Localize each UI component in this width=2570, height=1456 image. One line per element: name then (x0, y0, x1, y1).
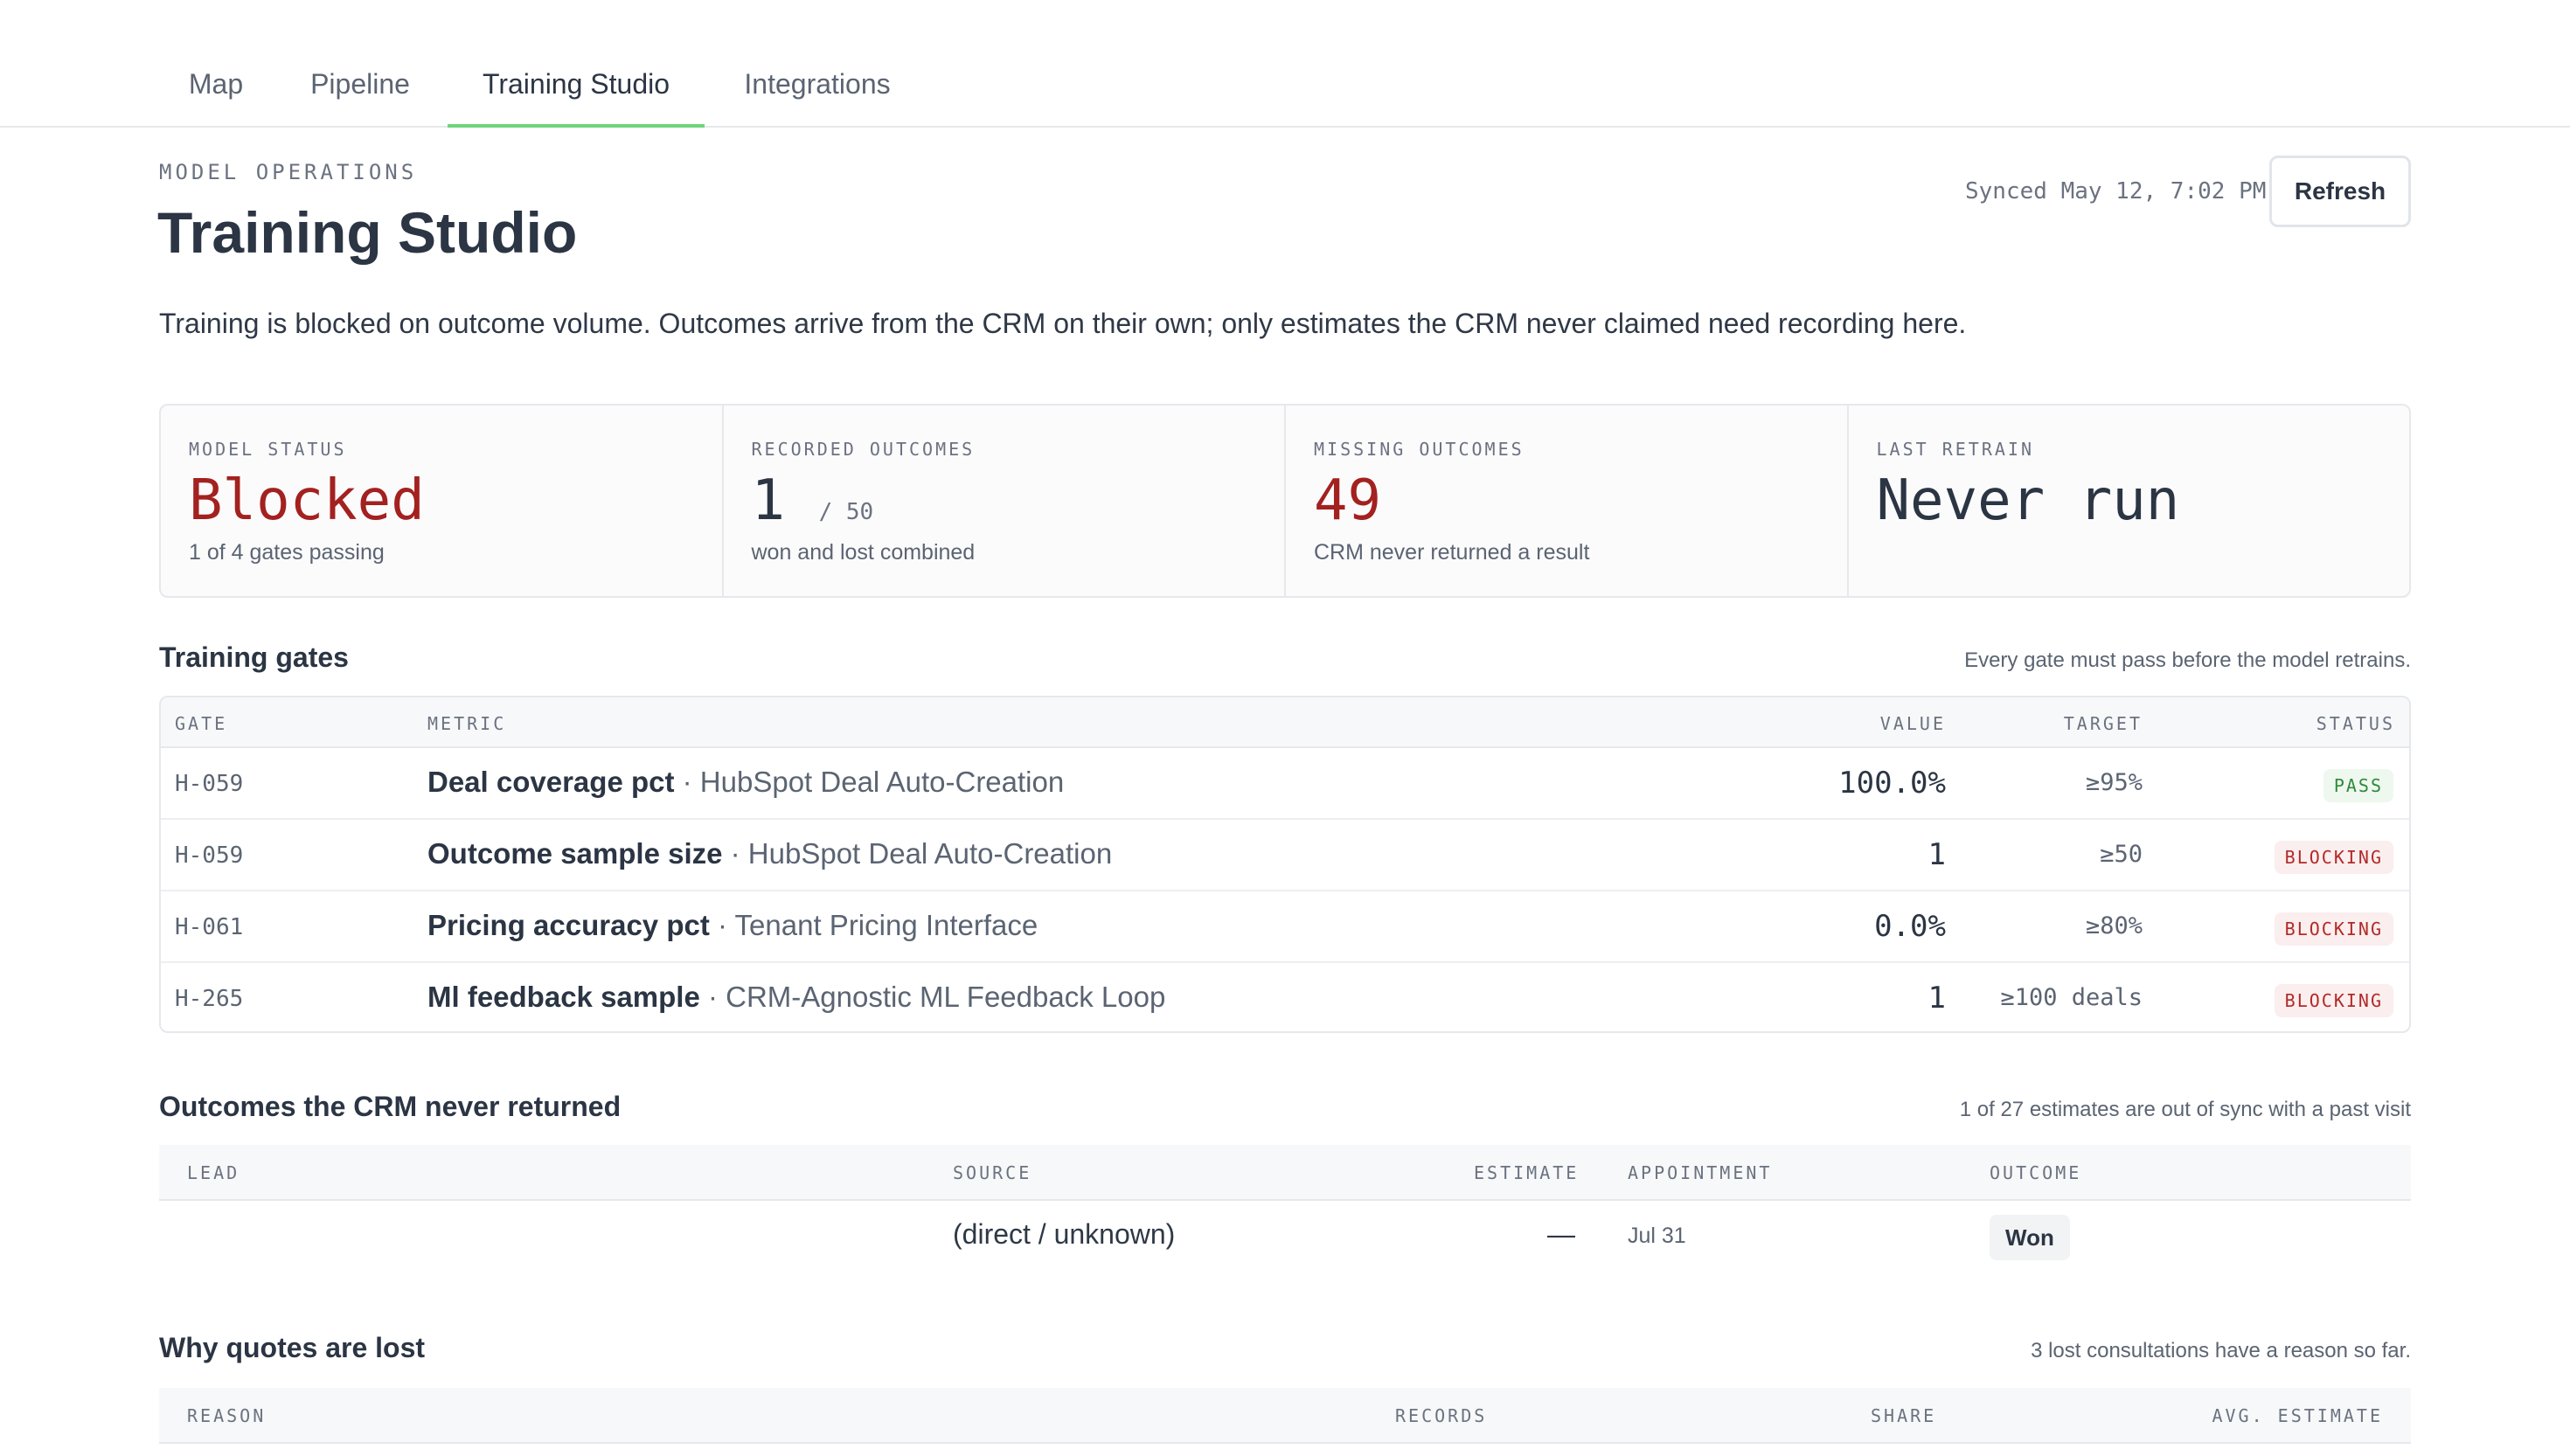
refresh-button[interactable]: Refresh (2269, 156, 2411, 227)
col-status: STATUS (2316, 713, 2395, 734)
kpi-missing-outcomes: MISSING OUTCOMES 49 CRM never returned a… (1286, 406, 1849, 596)
col-lead: LEAD (187, 1162, 240, 1183)
gate-target: ≥80% (2085, 912, 2143, 939)
outcomes-title: Outcomes the CRM never returned (159, 1091, 622, 1122)
tab-map[interactable]: Map (175, 68, 257, 128)
col-target: TARGET (2063, 713, 2143, 734)
outcomes-table: LEAD SOURCE ESTIMATE APPOINTMENT OUTCOME… (159, 1145, 2411, 1272)
kpi-value: Never run (1876, 468, 2180, 533)
col-value: VALUE (1879, 713, 1946, 734)
kpi-sub: CRM never returned a result (1314, 540, 1590, 565)
kpi-label: MODEL STATUS (189, 439, 347, 460)
page-description: Training is blocked on outcome volume. O… (159, 308, 1967, 339)
lost-note: 3 lost consultations have a reason so fa… (2031, 1339, 2411, 1362)
gate-target: ≥100 deals (2000, 984, 2143, 1011)
gate-value: 0.0% (1874, 909, 1946, 944)
gate-id: H-061 (175, 914, 244, 940)
table-row[interactable]: H-265 Ml feedback sample · CRM-Agnostic … (161, 963, 2409, 1031)
gates-table: GATE METRIC VALUE TARGET STATUS H-059 De… (159, 696, 2411, 1033)
table-header: LEAD SOURCE ESTIMATE APPOINTMENT OUTCOME (159, 1145, 2411, 1201)
lead-estimate: — (1547, 1218, 1575, 1250)
kpi-label: LAST RETRAIN (1876, 439, 2034, 460)
gates-title: Training gates (159, 641, 349, 673)
table-row[interactable]: H-059 Deal coverage pct · HubSpot Deal A… (161, 748, 2409, 820)
gate-target: ≥50 (2100, 841, 2143, 868)
gate-metric: Deal coverage pct · HubSpot Deal Auto-Cr… (427, 766, 1064, 799)
kpi-sub: 1 of 4 gates passing (189, 540, 385, 565)
top-nav: Map Pipeline Training Studio Integration… (0, 0, 2570, 128)
appointment-date: Jul 31 (1628, 1224, 1686, 1248)
table-header: GATE METRIC VALUE TARGET STATUS (161, 697, 2409, 748)
kpi-label: RECORDED OUTCOMES (751, 439, 976, 460)
metric-source: · Tenant Pricing Interface (718, 909, 1038, 941)
gate-value: 1 (1928, 981, 1946, 1016)
page-eyebrow: MODEL OPERATIONS (159, 160, 418, 184)
outcomes-note: 1 of 27 estimates are out of sync with a… (1959, 1098, 2411, 1121)
metric-source: · HubSpot Deal Auto-Creation (682, 766, 1065, 798)
table-row[interactable]: H-059 Outcome sample size · HubSpot Deal… (161, 820, 2409, 891)
col-metric: METRIC (427, 713, 507, 734)
tab-integrations[interactable]: Integrations (727, 68, 907, 128)
kpi-recorded-outcomes: RECORDED OUTCOMES 1 / 50 won and lost co… (724, 406, 1286, 596)
status-badge: BLOCKING (2274, 841, 2393, 874)
metric-source: · HubSpot Deal Auto-Creation (730, 837, 1113, 870)
gates-note: Every gate must pass before the model re… (1964, 648, 2411, 672)
status-badge: BLOCKING (2274, 912, 2393, 946)
table-row[interactable]: (direct / unknown) — Jul 31 (159, 1201, 2411, 1272)
kpi-value-suffix: / 50 (818, 499, 874, 525)
metric-source: · CRM-Agnostic ML Feedback Loop (707, 981, 1166, 1013)
col-estimate: ESTIMATE (1474, 1162, 1580, 1183)
kpi-last-retrain: LAST RETRAIN Never run (1849, 406, 2410, 596)
lost-title: Why quotes are lost (159, 1332, 426, 1363)
gate-id: H-059 (175, 842, 244, 869)
lead-source: (direct / unknown) (953, 1218, 1176, 1250)
kpi-value: Blocked (189, 468, 425, 533)
gate-metric: Pricing accuracy pct · Tenant Pricing In… (427, 909, 1038, 942)
kpi-model-status: MODEL STATUS Blocked 1 of 4 gates passin… (161, 406, 724, 596)
gate-metric: Outcome sample size · HubSpot Deal Auto-… (427, 837, 1112, 870)
kpi-value: 49 (1314, 468, 1382, 533)
sync-status: Synced May 12, 7:02 PM (1965, 178, 2267, 205)
tab-pipeline[interactable]: Pipeline (295, 68, 425, 128)
metric-name: Deal coverage pct (427, 766, 675, 798)
table-row[interactable]: H-061 Pricing accuracy pct · Tenant Pric… (161, 891, 2409, 963)
gate-metric: Ml feedback sample · CRM-Agnostic ML Fee… (427, 981, 1165, 1014)
col-source: SOURCE (953, 1162, 1032, 1183)
col-avg-estimate: AVG. ESTIMATE (2212, 1405, 2383, 1426)
kpi-value: 1 / 50 (752, 468, 874, 533)
col-gate: GATE (175, 713, 228, 734)
gate-target: ≥95% (2085, 769, 2143, 796)
metric-name: Outcome sample size (427, 837, 723, 870)
kpi-panel: MODEL STATUS Blocked 1 of 4 gates passin… (159, 404, 2411, 598)
metric-name: Pricing accuracy pct (427, 909, 710, 941)
kpi-label: MISSING OUTCOMES (1314, 439, 1525, 460)
tab-training-studio[interactable]: Training Studio (448, 68, 705, 128)
gate-value: 1 (1928, 837, 1946, 872)
status-badge: PASS (2323, 769, 2393, 802)
gate-id: H-059 (175, 771, 244, 797)
lost-reasons-table-header: REASON RECORDS SHARE AVG. ESTIMATE (159, 1388, 2411, 1444)
gate-value: 100.0% (1838, 766, 1946, 801)
col-reason: REASON (187, 1405, 267, 1426)
col-outcome: OUTCOME (1990, 1162, 2082, 1183)
outcome-badge[interactable]: Won (1990, 1215, 2070, 1260)
col-records: RECORDS (1395, 1405, 1488, 1426)
page-title: Training Studio (157, 200, 578, 265)
gate-id: H-265 (175, 986, 244, 1012)
kpi-sub: won and lost combined (751, 540, 976, 565)
metric-name: Ml feedback sample (427, 981, 700, 1013)
kpi-value-number: 1 (751, 468, 786, 533)
col-share: SHARE (1871, 1405, 1937, 1426)
status-badge: BLOCKING (2274, 984, 2393, 1017)
col-appointment: APPOINTMENT (1628, 1162, 1773, 1183)
